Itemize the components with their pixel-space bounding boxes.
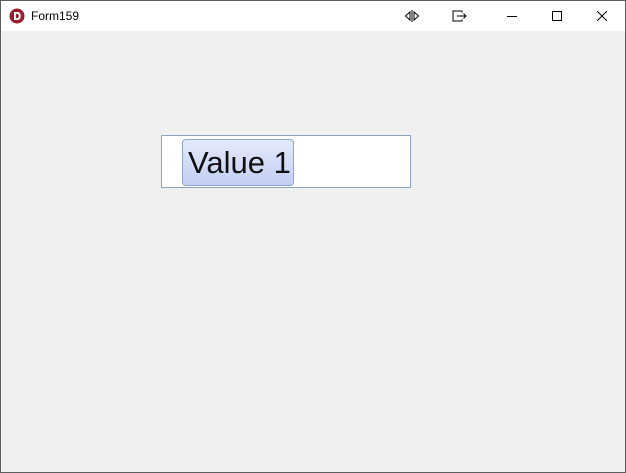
title-bar[interactable]: Form159 <box>1 1 625 31</box>
tag-editor-input[interactable]: Value 1 <box>161 135 411 188</box>
mirror-icon <box>404 10 420 22</box>
minimize-button[interactable] <box>495 1 529 31</box>
maximize-icon <box>552 11 562 21</box>
maximize-button[interactable] <box>540 1 574 31</box>
mirror-button[interactable] <box>397 1 427 31</box>
minimize-icon <box>507 11 517 21</box>
window-title: Form159 <box>31 9 80 23</box>
goto-icon <box>452 10 468 22</box>
goto-button[interactable] <box>445 1 475 31</box>
tag-chip[interactable]: Value 1 <box>182 139 294 186</box>
tag-chip-label: Value 1 <box>188 145 291 180</box>
application-window: Form159 Value 1 <box>0 0 626 473</box>
form-client-area: Value 1 <box>1 31 625 472</box>
delphi-app-icon[interactable] <box>9 8 25 24</box>
close-icon <box>597 11 607 21</box>
close-button[interactable] <box>585 1 619 31</box>
